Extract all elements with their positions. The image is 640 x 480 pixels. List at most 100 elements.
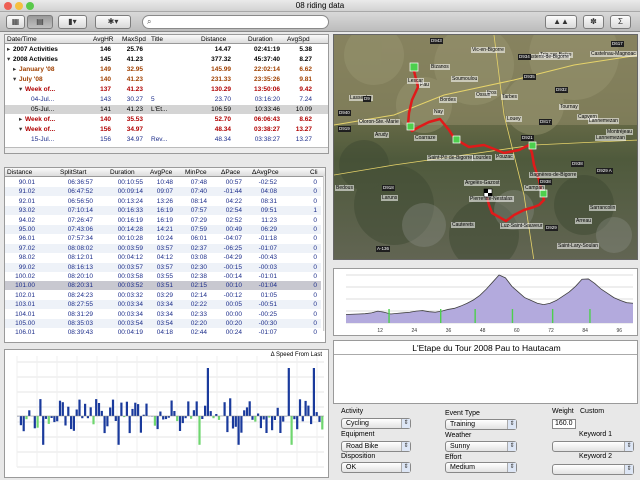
split-row[interactable]: 95.00 07:43:06 00:14:28 14:21 07:59 00:49 06:2… <box>5 225 321 234</box>
activity-row[interactable]: ▾ Week of... 156 34.97 48.34 03:38:27 13.27 <box>5 125 328 134</box>
map-place-label: Ossun <box>475 92 492 98</box>
col-split-dpace[interactable]: ΔPace <box>221 168 240 176</box>
activity-row[interactable]: 15-Jul... 156 34.97 Rev... 48.34 03:38:27 13.2… <box>5 135 328 144</box>
disclosure-triangle-icon[interactable]: ▸ <box>19 115 22 124</box>
split-row[interactable]: 91.02 06:47:52 00:09:14 09:07 07:40 -01:44 04:… <box>5 187 321 197</box>
search-field[interactable]: ⌕ <box>142 15 329 29</box>
split-row[interactable]: 99.02 08:16:13 00:03:57 03:57 02:30 -00:15 -00… <box>5 262 321 272</box>
disposition-popup[interactable]: OK ⇕ <box>341 462 411 473</box>
split-row[interactable]: 106.01 08:39:43 00:04:19 04:18 02:44 00:24 -01… <box>5 328 321 338</box>
col-distance[interactable]: Distance <box>201 35 226 43</box>
col-split-davgpace[interactable]: ΔAvgPce <box>252 168 279 176</box>
split-row[interactable]: 93.02 07:10:14 00:16:33 16:19 07:57 02:54 09:5… <box>5 206 321 216</box>
route-map[interactable]: Pau Bizanos Lescar Oloron-Ste.-Marie Nay Bord… <box>333 34 638 260</box>
delta-speed-bar <box>89 407 92 416</box>
disclosure-triangle-icon[interactable]: ▾ <box>19 85 22 94</box>
split-row[interactable]: 90.01 06:36:57 00:10:55 10:48 07:48 00:57 -02:… <box>5 178 321 187</box>
col-split-duration[interactable]: Duration <box>110 168 135 176</box>
split-cell: 92.01 <box>18 197 35 205</box>
weight-field[interactable]: 160.0 <box>552 419 576 429</box>
disclosure-triangle-icon[interactable]: ▾ <box>19 125 22 134</box>
split-cell: 00:49 <box>225 226 242 233</box>
event-type-popup[interactable]: Training ⇕ <box>445 419 517 430</box>
activity-popup[interactable]: Cycling ⇕ <box>341 418 411 429</box>
col-duration[interactable]: Duration <box>248 35 273 43</box>
minimize-window-button[interactable] <box>15 2 23 10</box>
window-title: 08 riding data <box>295 1 345 10</box>
elevation-profile[interactable]: 12 24 36 48 60 72 84 96 <box>333 268 638 336</box>
col-split-minpace[interactable]: MinPce <box>185 168 207 176</box>
split-cell: -06:25 <box>223 244 242 252</box>
col-split-distance[interactable]: Distance <box>7 168 32 176</box>
action-menu-button[interactable]: ✱▾ <box>95 15 131 29</box>
grid-view-button[interactable]: ▦ <box>6 15 25 29</box>
popup-arrows-icon: ⇕ <box>624 465 633 474</box>
split-cell: -02:52 <box>258 179 277 186</box>
effort-popup[interactable]: Medium ⇕ <box>445 462 517 473</box>
activity-row[interactable]: ▸ 2007 Activities 146 25.76 14.47 02:41:19 5.3… <box>5 45 328 54</box>
list-view-button[interactable]: ▤ <box>27 15 53 29</box>
delta-speed-bar <box>86 416 89 419</box>
split-row[interactable]: 96.01 07:57:34 00:10:28 10:24 06:01 -04:07 -01… <box>5 234 321 244</box>
map-place-label: Castelnau-Magnoac <box>590 51 637 57</box>
close-window-button[interactable] <box>4 2 12 10</box>
activity-row[interactable]: ▾ 2008 Activities 145 41.23 377.32 45:37:40 8.… <box>5 55 328 64</box>
delta-speed-bar <box>67 406 70 416</box>
split-row[interactable]: 101.00 08:20:31 00:03:52 03:51 02:15 00:10 -01… <box>5 281 321 291</box>
activity-cell-max: 41.23 <box>126 106 143 113</box>
keyword2-popup[interactable]: ⇕ <box>552 464 634 475</box>
delta-speed-bar <box>56 416 59 422</box>
activity-cell-avg: 8.27 <box>299 56 312 63</box>
activity-row[interactable]: ▸ January '08 149 32.95 145.99 22:02:14 6.62 <box>5 65 328 74</box>
split-cell: 99.02 <box>18 263 35 271</box>
col-maxspd[interactable]: MaxSpd <box>122 35 146 43</box>
split-row[interactable]: 92.01 06:56:50 00:13:24 13:26 08:14 04:22 08:3… <box>5 196 321 206</box>
split-row[interactable]: 94.02 07:26:47 00:16:19 16:19 07:29 02:52 11:2… <box>5 215 321 225</box>
activity-row[interactable]: ▾ July '08 140 41.23 231.33 23:35:26 9.81 <box>5 75 328 84</box>
split-row[interactable]: 104.01 08:31:29 00:03:34 03:34 02:33 00:00 -00… <box>5 309 321 319</box>
splits-vertical-scrollbar[interactable] <box>323 176 325 331</box>
split-cell: 0 <box>313 197 317 205</box>
delta-speed-bar <box>145 403 148 416</box>
activity-row[interactable]: ▾ Week of... 137 41.23 130.29 13:50:06 9.42 <box>5 85 328 94</box>
summary-button[interactable]: Σ <box>610 15 631 29</box>
delta-speed-bar <box>307 405 310 416</box>
split-row[interactable]: 103.01 08:27:55 00:03:34 03:34 02:22 00:05 -00… <box>5 300 321 310</box>
activity-title[interactable]: L'Etape du Tour 2008 Pau to Hautacam <box>334 343 639 353</box>
col-split-start[interactable]: SplitStart <box>60 168 86 176</box>
activity-row[interactable]: 04-Jul... 143 30.27 5 23.70 03:16:20 7.24 <box>5 95 328 104</box>
disclosure-triangle-icon[interactable]: ▾ <box>13 75 16 84</box>
activities-horizontal-scrollbar[interactable] <box>5 147 328 153</box>
split-cell: 00:05 <box>225 301 242 309</box>
activity-row[interactable]: ▸ Week of... 140 35.53 52.70 06:06:43 8.62 <box>5 115 328 124</box>
split-row[interactable]: 102.01 08:24:23 00:03:32 03:29 02:14 -00:12 01… <box>5 290 321 300</box>
delta-speed-bar <box>282 416 285 422</box>
split-row[interactable]: 97.02 08:08:02 00:03:59 03:57 02:37 -06:25 -01… <box>5 243 321 253</box>
col-title[interactable]: Title <box>151 35 163 43</box>
activity-row[interactable]: 05-Jul... 141 41.23 L'Et... 106.59 10:33:46 10… <box>5 105 328 114</box>
split-cell: 00:09:14 <box>117 188 143 196</box>
split-row[interactable]: 105.00 08:35:03 00:03:54 03:54 02:20 00:20 -00… <box>5 319 321 328</box>
keyword1-popup[interactable]: ⇕ <box>552 441 634 452</box>
settings-button[interactable]: ✽ <box>583 15 604 29</box>
col-split-avgpace[interactable]: AvgPce <box>150 168 172 176</box>
split-cell: 03:54 <box>156 320 173 327</box>
col-avghr[interactable]: AvgHR <box>93 35 113 43</box>
split-cell: -00:51 <box>258 301 277 309</box>
equipment-popup[interactable]: Road Bike ⇕ <box>341 441 411 452</box>
split-cell: 00:14:28 <box>117 226 143 233</box>
disposition-value: OK <box>346 464 357 471</box>
split-row[interactable]: 98.02 08:12:01 00:04:12 04:12 03:08 -04:29 -00… <box>5 253 321 263</box>
col-avgspd[interactable]: AvgSpd <box>287 35 310 43</box>
weather-popup[interactable]: Sunny ⇕ <box>445 441 517 452</box>
terrain-button[interactable]: ▲▲ <box>545 15 577 29</box>
split-row[interactable]: 100.02 08:20:10 00:03:58 03:55 02:38 -00:14 -0… <box>5 272 321 281</box>
disclosure-triangle-icon[interactable]: ▸ <box>7 45 10 54</box>
disclosure-triangle-icon[interactable]: ▸ <box>13 65 16 74</box>
zoom-window-button[interactable] <box>26 2 34 10</box>
disclosure-triangle-icon[interactable]: ▾ <box>7 55 10 64</box>
col-datetime[interactable]: Date/Time <box>7 35 37 43</box>
col-split-climb[interactable]: Cli <box>310 168 318 176</box>
chart-menu-button[interactable]: ▮▾ <box>58 15 87 29</box>
activity-cell-name: 04-Jul... <box>31 96 55 103</box>
